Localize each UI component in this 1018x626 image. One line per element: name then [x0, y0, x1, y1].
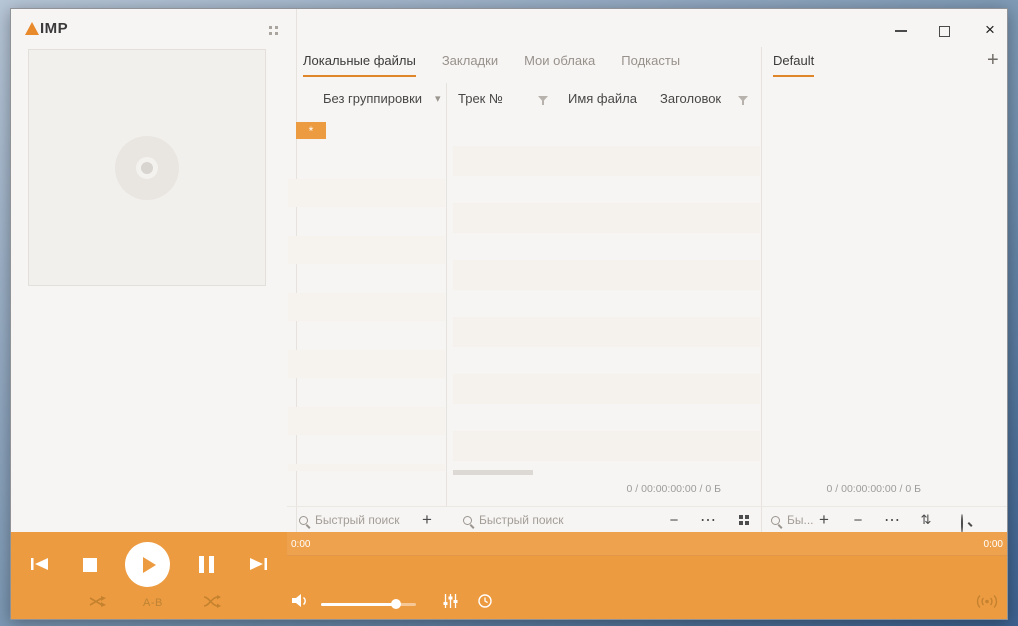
playlist-find-button[interactable]: [961, 514, 963, 533]
add-playlist-button[interactable]: +: [987, 49, 999, 72]
playlist-sort-button[interactable]: ⇅: [915, 509, 937, 531]
tab-bookmarks[interactable]: Закладки: [442, 53, 498, 77]
column-header-filename[interactable]: Имя файла: [568, 91, 637, 106]
maximize-icon: [938, 25, 950, 37]
group-rows: [288, 139, 445, 471]
pause-icon: [209, 556, 214, 573]
skeleton-row: [288, 350, 445, 378]
loading-progress-bar: [453, 470, 533, 475]
add-files-button[interactable]: +: [416, 509, 438, 531]
more-options-button[interactable]: ⋯: [697, 509, 719, 531]
cd-hole-icon: [136, 156, 158, 179]
equalizer-button[interactable]: [443, 594, 458, 613]
skeleton-row: [453, 317, 760, 347]
tab-podcasts[interactable]: Подкасты: [621, 53, 680, 77]
column-header-track[interactable]: Трек №: [458, 91, 503, 106]
radio-waves-icon: [976, 595, 998, 608]
crossfade-button[interactable]: [203, 595, 221, 613]
search-placeholder: Быстрый поиск: [315, 513, 400, 527]
pause-icon: [199, 556, 204, 573]
library-status: 0 / 00:00:00:00 / 0 Б: [626, 483, 721, 495]
aimp-logo-text: IMP: [40, 20, 69, 37]
skeleton-row: [288, 179, 445, 207]
album-art-placeholder: [28, 49, 266, 286]
tab-local-files[interactable]: Локальные файлы: [303, 53, 416, 77]
previous-button[interactable]: [31, 557, 49, 571]
pane-divider-right: [761, 47, 762, 532]
seek-bar[interactable]: 0:00 0:00: [287, 532, 1007, 556]
track-rows: [453, 146, 760, 476]
playlist-search-input[interactable]: Бы...: [771, 513, 814, 527]
shuffle-icon: [89, 596, 106, 607]
search-placeholder: Бы...: [787, 513, 814, 527]
aimp-logo-triangle-icon: [25, 22, 39, 35]
skeleton-row: [453, 374, 760, 404]
grouping-selector[interactable]: Без группировки: [323, 91, 422, 106]
filter-funnel-icon[interactable]: [738, 94, 749, 112]
grid-view-icon: [739, 515, 743, 519]
skeleton-row: [453, 203, 760, 233]
skeleton-row: [453, 431, 760, 461]
search-row-divider: [287, 506, 1007, 507]
player-bar: 0:00 0:00 A-B: [11, 532, 1007, 619]
view-mode-button[interactable]: [733, 509, 755, 531]
sleep-timer-button[interactable]: [477, 593, 493, 614]
remaining-time: 0:00: [983, 539, 1003, 550]
search-icon: [771, 515, 780, 525]
skeleton-row: [288, 236, 445, 264]
search-icon: [299, 515, 308, 525]
volume-slider-fill: [321, 603, 396, 606]
group-badge[interactable]: *: [296, 122, 326, 139]
pane-divider-left: [446, 83, 447, 506]
skeleton-row: [288, 464, 445, 471]
next-button[interactable]: [249, 557, 267, 571]
equalizer-icon: [443, 594, 458, 608]
play-icon: [143, 556, 156, 573]
skeleton-row: [288, 293, 445, 321]
aimp-logo: IMP: [25, 20, 69, 37]
ab-repeat-button[interactable]: A-B: [143, 597, 163, 609]
crossfade-icon: [203, 595, 221, 608]
minimize-icon: [895, 30, 907, 32]
tab-playlist-default[interactable]: Default: [773, 53, 815, 77]
group-search-input[interactable]: Быстрый поиск: [299, 513, 399, 527]
filter-funnel-icon[interactable]: [538, 94, 549, 112]
play-button[interactable]: [125, 542, 170, 587]
column-header-title[interactable]: Заголовок: [660, 91, 721, 106]
chevron-down-icon[interactable]: ▾: [435, 92, 441, 105]
skeleton-row: [288, 407, 445, 435]
maximize-button[interactable]: [931, 19, 957, 43]
search-placeholder: Быстрый поиск: [479, 513, 564, 527]
radio-capture-button[interactable]: [975, 594, 999, 614]
track-search-input[interactable]: Быстрый поиск: [463, 513, 563, 527]
volume-slider-knob[interactable]: [391, 599, 401, 609]
clock-icon: [478, 594, 492, 608]
minimize-button[interactable]: [888, 19, 914, 43]
skeleton-row: [453, 260, 760, 290]
remove-button[interactable]: −: [663, 509, 685, 531]
search-icon: [961, 514, 963, 533]
playlist-remove-button[interactable]: −: [847, 509, 869, 531]
previous-icon: [31, 558, 48, 570]
search-icon: [463, 515, 472, 525]
close-button[interactable]: ×: [977, 18, 1003, 42]
speaker-icon: [292, 594, 306, 607]
tab-clouds[interactable]: Мои облака: [524, 53, 595, 77]
playlist-status: 0 / 00:00:00:00 / 0 Б: [826, 483, 921, 495]
aimp-window: IMP × Локальные файлы Закладки Мои облак…: [10, 8, 1008, 620]
pause-button[interactable]: [199, 556, 214, 573]
playlist-more-button[interactable]: ⋯: [881, 509, 903, 531]
shuffle-button[interactable]: [89, 595, 107, 613]
volume-mute-button[interactable]: [292, 594, 309, 613]
cd-disc-icon: [115, 135, 179, 200]
playlist-add-button[interactable]: +: [813, 509, 835, 531]
next-icon: [250, 558, 267, 570]
library-tabs: Локальные файлы Закладки Мои облака Подк…: [303, 53, 680, 77]
skeleton-row: [453, 146, 760, 176]
stop-button[interactable]: [83, 558, 97, 572]
elapsed-time: 0:00: [291, 539, 311, 550]
drag-grip-icon[interactable]: [269, 26, 272, 29]
